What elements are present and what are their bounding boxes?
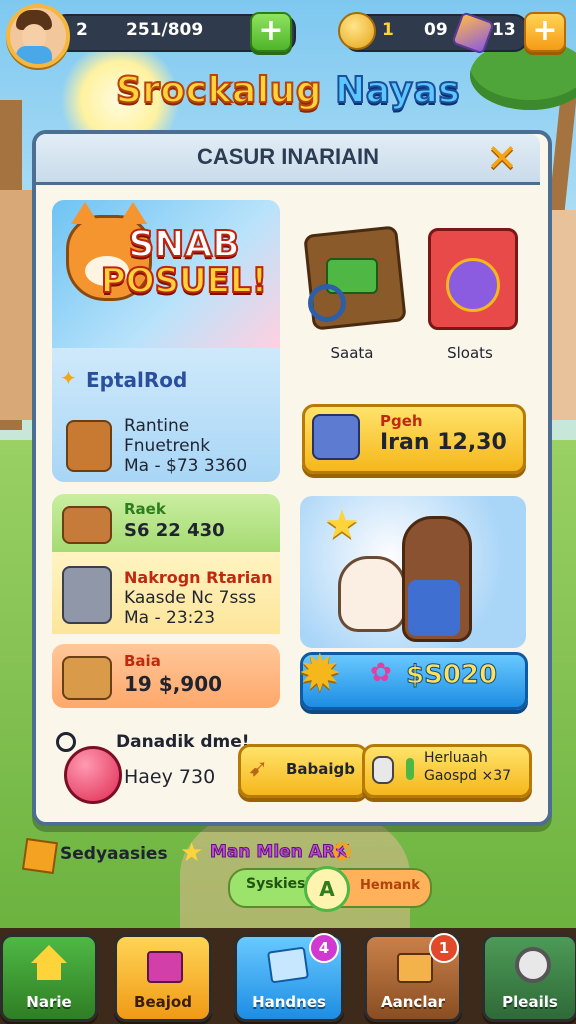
- green-offer-line2: S6 22 430: [124, 520, 225, 541]
- box-small-icon: [21, 837, 59, 875]
- close-button[interactable]: ✕: [482, 138, 522, 178]
- hero-line1: SNAB: [127, 224, 240, 265]
- star-small-icon: ★: [180, 838, 204, 868]
- modal-title: CASUR INARIAIN: [196, 144, 380, 169]
- toggle-knob[interactable]: A: [304, 866, 350, 912]
- add-currency-button[interactable]: +: [524, 12, 566, 52]
- nav-chest[interactable]: 1 Aanclar: [364, 933, 462, 1022]
- promo-button-1-label: Babaigb: [286, 760, 356, 778]
- ribbon-icon: ✿: [370, 658, 392, 688]
- game-title-part2: Nayas: [334, 69, 461, 112]
- shop-item-sloats-label: Sloats: [447, 344, 493, 362]
- yellow-offer-line1: Nakrogn Rtarian: [124, 568, 273, 587]
- nav-home-label: Narie: [26, 993, 72, 1011]
- toggle-right-label: Hemank: [360, 878, 420, 893]
- home-icon: [29, 945, 69, 981]
- offer-main-line2: Fnuetrenk: [124, 436, 211, 456]
- horn-icon: ➹: [248, 754, 269, 782]
- add-xp-button[interactable]: +: [250, 12, 292, 52]
- hero-line2: POSUEL!: [100, 260, 268, 301]
- star-icon: ★: [324, 502, 360, 548]
- sparkle-icon: ✦: [60, 366, 77, 390]
- phone-icon: [372, 756, 394, 784]
- chest-nav-icon: [393, 945, 433, 983]
- cat-pet-icon: [338, 556, 406, 632]
- orange-offer-line2: 19 $,900: [124, 672, 223, 696]
- gems-count: 13: [492, 20, 516, 40]
- pets-price: $S020: [405, 660, 498, 691]
- machine-icon: [62, 566, 112, 624]
- nav-chest-label: Aanclar: [381, 993, 445, 1011]
- chest-icon: [66, 420, 112, 472]
- nav-home[interactable]: Narie: [0, 934, 98, 1022]
- nav-cards-badge: 4: [309, 933, 339, 963]
- box-icon: [62, 506, 112, 544]
- yellow-offer-line2: Kaasde Nc 7sss: [124, 588, 257, 608]
- potion-icon: [64, 746, 122, 804]
- game-title: Srockalug Nayas: [0, 69, 576, 112]
- nav-cards[interactable]: 4 Handnes: [234, 933, 344, 1022]
- game-title-part1: Srockalug: [115, 69, 323, 112]
- bar-icon: [406, 758, 414, 780]
- nav-gift[interactable]: Beajod: [114, 934, 212, 1022]
- buy-button-line1: Pgeh: [380, 412, 423, 430]
- player-level: 2: [76, 20, 88, 40]
- shop-item-saata-label: Saata: [330, 344, 374, 362]
- crate-icon: [62, 656, 112, 700]
- otter-overalls: [408, 580, 460, 636]
- info-icon[interactable]: [56, 732, 76, 752]
- nav-cards-label: Handnes: [252, 993, 326, 1011]
- hero-text: SNAB POSUEL!: [94, 224, 274, 301]
- offer-main-line3: Ma - $73 3360: [124, 456, 248, 476]
- nav-chest-badge: 1: [429, 933, 459, 963]
- promo-value: Haey 730: [124, 766, 216, 788]
- buy-button-line2: Iran 12,30: [380, 430, 507, 455]
- nav-gift-label: Beajod: [134, 993, 192, 1011]
- xp-text: 251/809: [126, 20, 204, 40]
- gift-icon: [143, 945, 183, 983]
- orange-offer-line1: Baia: [124, 652, 161, 670]
- sun-badge-icon: ✹: [298, 644, 342, 704]
- settings-icon: [511, 945, 551, 983]
- green-offer-line1: Raek: [124, 500, 166, 518]
- section-label: EptalRod: [86, 368, 188, 392]
- medal-icon: ✪: [332, 838, 353, 866]
- player-avatar[interactable]: [6, 4, 70, 68]
- lower-right-text: Man Mlen ARK: [209, 842, 349, 863]
- shop-item-sloats[interactable]: [422, 222, 518, 330]
- book-icon: [312, 414, 360, 460]
- coins-value: 09: [424, 20, 448, 40]
- promo-title: Danadik dme!: [116, 732, 250, 752]
- lower-left-text: Sedyaasies: [60, 844, 168, 864]
- card-icon: [266, 945, 310, 984]
- coin-icon: [338, 12, 376, 50]
- offer-main-line1: Rantine: [124, 416, 190, 436]
- nav-settings[interactable]: Pleails: [482, 934, 576, 1022]
- promo-button-2-line2: Gaospd ×37: [424, 768, 512, 784]
- yellow-offer-line3: Ma - 23:23: [124, 608, 216, 628]
- coins-count: 1: [382, 20, 394, 40]
- shop-item-saata[interactable]: [303, 222, 407, 331]
- nav-settings-label: Pleails: [502, 993, 558, 1011]
- promo-button-2-line1: Herluaah: [424, 750, 488, 766]
